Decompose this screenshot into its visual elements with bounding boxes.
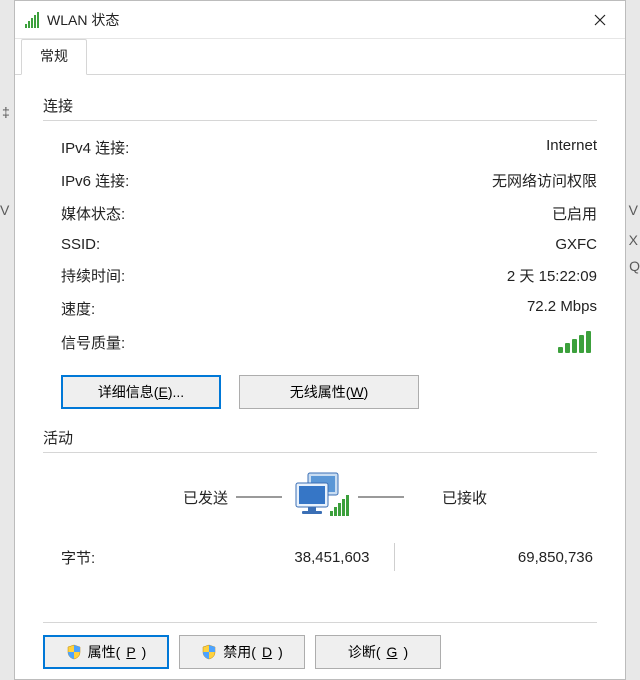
signal-quality-label: 信号质量: bbox=[61, 332, 558, 353]
bg-hint: V bbox=[629, 202, 638, 218]
ipv4-value: Internet bbox=[546, 137, 597, 158]
network-activity-icon bbox=[290, 471, 350, 523]
details-button[interactable]: 详细信息(E)... bbox=[61, 375, 221, 409]
row-media: 媒体状态: 已启用 bbox=[43, 197, 597, 230]
bg-hint: ‡ bbox=[2, 104, 10, 120]
bg-hint: X bbox=[629, 232, 638, 248]
duration-label: 持续时间: bbox=[61, 265, 125, 286]
window-title: WLAN 状态 bbox=[47, 10, 579, 30]
bg-hint: V bbox=[0, 202, 9, 218]
titlebar[interactable]: WLAN 状态 bbox=[15, 1, 625, 39]
received-label: 已接收 bbox=[412, 487, 552, 508]
ssid-label: SSID: bbox=[61, 236, 100, 253]
ipv6-label: IPv6 连接: bbox=[61, 170, 129, 191]
row-ipv6: IPv6 连接: 无网络访问权限 bbox=[43, 164, 597, 197]
shield-icon bbox=[201, 644, 217, 660]
tab-general[interactable]: 常规 bbox=[21, 39, 87, 75]
properties-button[interactable]: 属性(P) bbox=[43, 635, 169, 669]
tab-strip: 常规 bbox=[15, 39, 625, 75]
footer-buttons: 属性(P) 禁用(D) 诊断(G) bbox=[43, 635, 597, 669]
media-label: 媒体状态: bbox=[61, 203, 125, 224]
connection-buttons: 详细信息(E)... 无线属性(W) bbox=[61, 375, 597, 409]
activity-visual: 已发送 bbox=[43, 463, 597, 529]
activity-heading: 活动 bbox=[43, 427, 597, 448]
ipv6-value: 无网络访问权限 bbox=[492, 170, 597, 191]
row-speed: 速度: 72.2 Mbps bbox=[43, 292, 597, 325]
close-button[interactable] bbox=[579, 5, 621, 35]
sent-label: 已发送 bbox=[88, 487, 228, 508]
activity-group: 活动 已发送 bbox=[43, 427, 597, 577]
ipv4-label: IPv4 连接: bbox=[61, 137, 129, 158]
bytes-label: 字节: bbox=[61, 547, 171, 568]
row-signal-quality: 信号质量: bbox=[43, 325, 597, 359]
bytes-row: 字节: 38,451,603 69,850,736 bbox=[43, 529, 597, 577]
row-ssid: SSID: GXFC bbox=[43, 230, 597, 259]
ssid-value: GXFC bbox=[555, 236, 597, 253]
bytes-recv-value: 69,850,736 bbox=[395, 549, 598, 566]
wireless-properties-button[interactable]: 无线属性(W) bbox=[239, 375, 419, 409]
divider bbox=[43, 120, 597, 121]
disable-button[interactable]: 禁用(D) bbox=[179, 635, 305, 669]
signal-quality-icon bbox=[558, 331, 591, 353]
divider bbox=[358, 496, 404, 498]
divider bbox=[43, 622, 597, 623]
footer: 属性(P) 禁用(D) 诊断(G) bbox=[15, 612, 625, 679]
divider bbox=[43, 452, 597, 453]
duration-value: 2 天 15:22:09 bbox=[507, 265, 597, 286]
divider bbox=[236, 496, 282, 498]
bg-hint: Q bbox=[629, 258, 640, 274]
bytes-sent-value: 38,451,603 bbox=[171, 549, 394, 566]
wifi-icon bbox=[25, 12, 41, 28]
diagnose-button[interactable]: 诊断(G) bbox=[315, 635, 441, 669]
row-duration: 持续时间: 2 天 15:22:09 bbox=[43, 259, 597, 292]
connection-heading: 连接 bbox=[43, 95, 597, 116]
close-icon bbox=[594, 14, 606, 26]
speed-label: 速度: bbox=[61, 298, 95, 319]
media-value: 已启用 bbox=[552, 203, 597, 224]
wlan-status-window: WLAN 状态 常规 连接 IPv4 连接: Internet IPv6 连接:… bbox=[14, 0, 626, 680]
shield-icon bbox=[66, 644, 82, 660]
speed-value: 72.2 Mbps bbox=[527, 298, 597, 319]
content-area: 连接 IPv4 连接: Internet IPv6 连接: 无网络访问权限 媒体… bbox=[15, 75, 625, 591]
row-ipv4: IPv4 连接: Internet bbox=[43, 131, 597, 164]
